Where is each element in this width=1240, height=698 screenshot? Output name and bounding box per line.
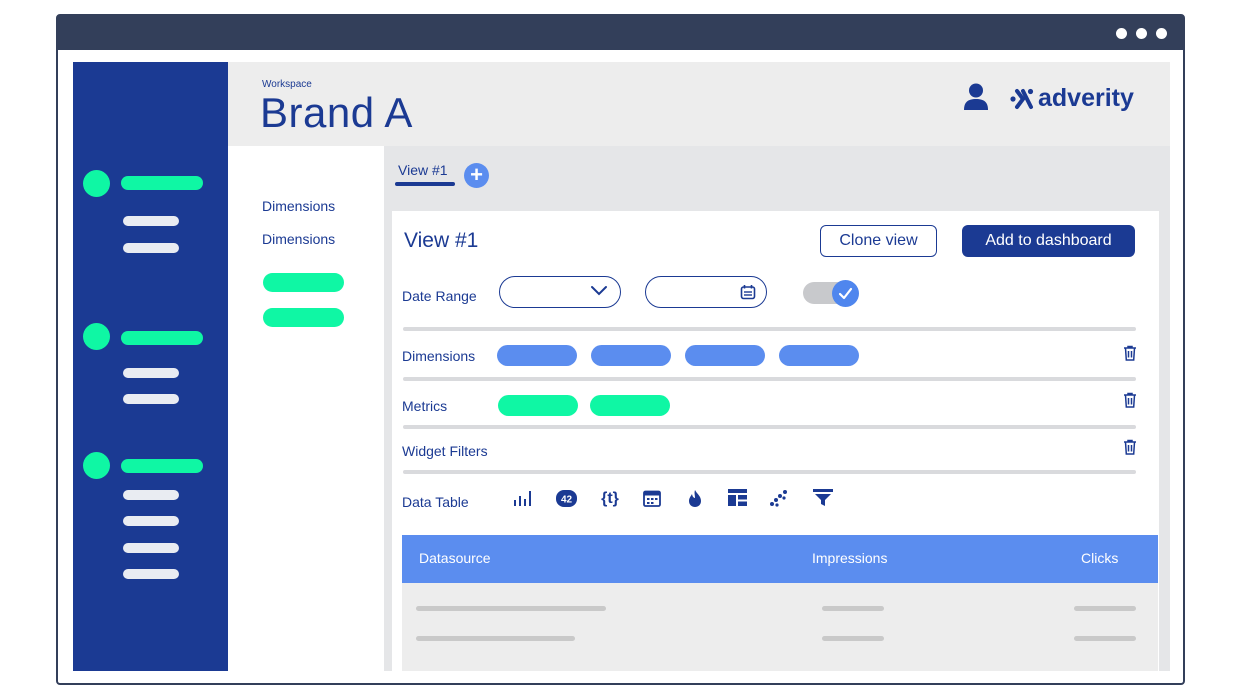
dimension-chip[interactable]: [497, 345, 577, 366]
brand-name: adverity: [1038, 84, 1134, 112]
cell-placeholder: [416, 606, 606, 611]
metrics-label: Metrics: [402, 398, 448, 414]
user-icon[interactable]: [963, 83, 989, 111]
add-to-dashboard-button[interactable]: Add to dashboard: [962, 225, 1135, 257]
layout-grid-icon[interactable]: [728, 489, 747, 506]
number-42-icon[interactable]: 42: [556, 490, 577, 507]
bar-chart-icon[interactable]: [513, 489, 533, 507]
sidebar-item-active[interactable]: [121, 331, 203, 345]
view-title: View #1: [404, 229, 479, 252]
chevron-down-icon: [591, 286, 607, 296]
sidebar-subitem[interactable]: [123, 216, 179, 226]
number-42-text: 42: [561, 495, 573, 506]
calendar-icon[interactable]: [643, 489, 661, 507]
date-range-label: Date Range: [402, 288, 477, 304]
clone-view-button[interactable]: Clone view: [820, 225, 937, 257]
workspace-header: Workspace Brand A adverity: [228, 62, 1170, 146]
sidebar-subitem[interactable]: [123, 543, 179, 553]
panel-item-pill[interactable]: [263, 308, 344, 327]
view-card: View #1 Clone view Add to dashboard Date…: [392, 211, 1159, 671]
browser-window: Workspace Brand A adverity Dimensions Di…: [56, 14, 1185, 685]
cell-placeholder: [1074, 636, 1136, 641]
metric-chip[interactable]: [590, 395, 670, 416]
divider: [403, 377, 1136, 381]
window-titlebar: [58, 16, 1183, 50]
toggle-knob[interactable]: [832, 280, 859, 307]
page-title: Brand A: [260, 89, 413, 136]
window-dot-icon[interactable]: [1156, 28, 1167, 39]
dimension-chip[interactable]: [685, 345, 765, 366]
divider: [403, 327, 1136, 331]
table-header: Datasource Impressions Clicks: [402, 535, 1158, 583]
cell-placeholder: [1074, 606, 1136, 611]
date-picker-field[interactable]: [645, 276, 767, 308]
text-braces-text: {t}: [601, 490, 619, 507]
trash-icon[interactable]: [1123, 345, 1137, 361]
scatter-icon[interactable]: [769, 489, 789, 507]
divider: [403, 470, 1136, 474]
sidebar-subitem[interactable]: [123, 394, 179, 404]
main-sidebar: [73, 62, 228, 671]
sidebar-subitem[interactable]: [123, 569, 179, 579]
brand-logo: adverity: [1010, 84, 1134, 113]
dimensions-panel: Dimensions Dimensions: [228, 146, 384, 671]
column-header-datasource[interactable]: Datasource: [419, 550, 491, 566]
trash-icon[interactable]: [1123, 392, 1137, 408]
adverity-logo-icon: [1010, 88, 1034, 109]
view-tab-area: View #1 + View #1 Clone view Add to dash…: [384, 146, 1170, 671]
sidebar-item-active[interactable]: [121, 176, 203, 190]
dimensions-link[interactable]: Dimensions: [262, 231, 335, 247]
date-range-select[interactable]: [499, 276, 621, 308]
cell-placeholder: [822, 606, 884, 611]
active-tab-indicator: [395, 182, 455, 186]
column-header-clicks[interactable]: Clicks: [1081, 550, 1118, 566]
trash-icon[interactable]: [1123, 439, 1137, 455]
check-icon: [838, 287, 853, 300]
calendar-icon[interactable]: [740, 284, 756, 300]
divider: [403, 425, 1136, 429]
text-braces-icon[interactable]: {t}: [597, 487, 623, 509]
cell-placeholder: [416, 636, 575, 641]
table-body: [402, 583, 1158, 671]
dimensions-link[interactable]: Dimensions: [262, 198, 335, 214]
dimension-chip[interactable]: [779, 345, 859, 366]
add-tab-button[interactable]: +: [464, 163, 489, 188]
funnel-icon[interactable]: [813, 489, 833, 507]
sidebar-subitem[interactable]: [123, 243, 179, 253]
sidebar-subitem[interactable]: [123, 516, 179, 526]
data-table-label: Data Table: [402, 494, 469, 510]
tab-view-1[interactable]: View #1: [398, 162, 448, 178]
sidebar-bullet-icon: [83, 170, 110, 197]
sidebar-item-active[interactable]: [121, 459, 203, 473]
metric-chip[interactable]: [498, 395, 578, 416]
sidebar-subitem[interactable]: [123, 490, 179, 500]
cell-placeholder: [822, 636, 884, 641]
dimensions-label: Dimensions: [402, 348, 476, 364]
sidebar-bullet-icon: [83, 452, 110, 479]
column-header-impressions[interactable]: Impressions: [812, 550, 887, 566]
window-dot-icon[interactable]: [1136, 28, 1147, 39]
sidebar-subitem[interactable]: [123, 368, 179, 378]
flame-icon[interactable]: [688, 489, 702, 508]
sidebar-bullet-icon: [83, 323, 110, 350]
widget-filters-label: Widget Filters: [402, 443, 488, 459]
panel-item-pill[interactable]: [263, 273, 344, 292]
window-dot-icon[interactable]: [1116, 28, 1127, 39]
dimension-chip[interactable]: [591, 345, 671, 366]
